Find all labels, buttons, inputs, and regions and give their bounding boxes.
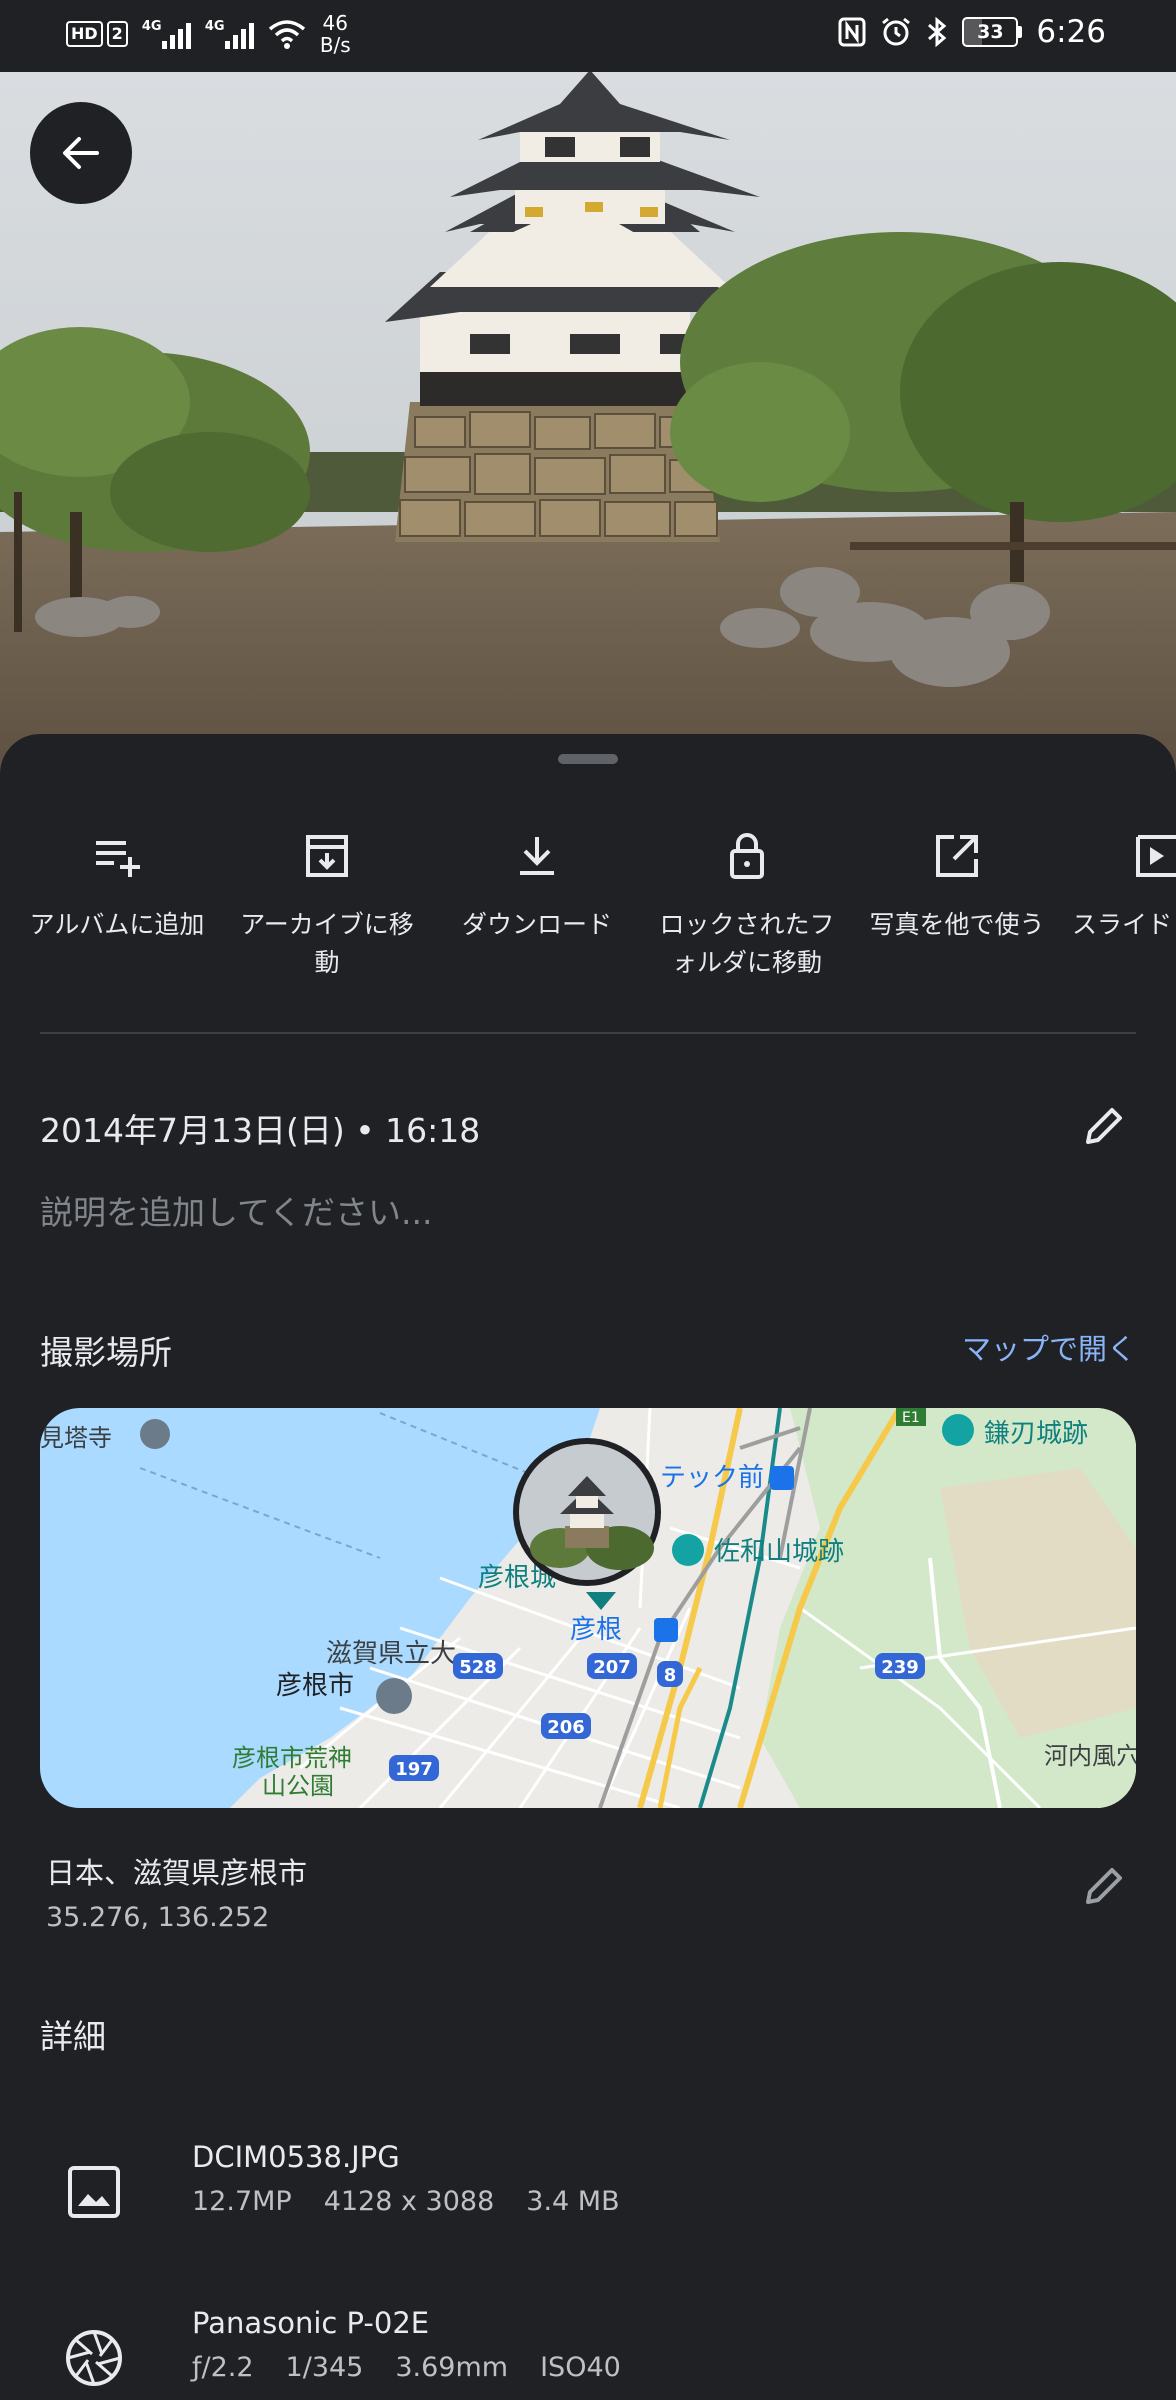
route-badge: 197 <box>389 1755 439 1781</box>
map-label-park-2: 山公園 <box>262 1772 334 1800</box>
sim-label: 2 <box>106 21 128 47</box>
signal-1-label: 4G <box>141 19 162 34</box>
map-label-e1: E1 <box>902 1410 920 1426</box>
route-number: 528 <box>459 1657 497 1678</box>
details-title: 詳細 <box>40 2017 106 2056</box>
map-canvas: 見塔寺 鎌刃城跡 E1 テック前 佐和山城跡 彦根城 彦根 滋賀県立大 彦根市 … <box>40 1408 1136 1808</box>
camera-meta: ƒ/2.2 1/345 3.69mm ISO40 <box>192 2352 621 2383</box>
map-label-kawachi: 河内風穴 <box>1044 1742 1136 1770</box>
pencil-icon <box>1086 1868 1122 1904</box>
edit-datetime-button[interactable] <box>1072 1094 1136 1158</box>
map-label-castle-ruin: 鎌刃城跡 <box>984 1419 1088 1449</box>
route-badge: 206 <box>541 1713 591 1739</box>
archive-button[interactable]: アーカイブに移 動 <box>222 806 432 982</box>
route-badge: 528 <box>453 1653 503 1679</box>
image-icon <box>54 2152 134 2232</box>
route-badge: 239 <box>875 1653 925 1679</box>
battery-level: 33 <box>977 21 1004 43</box>
file-resolution: 4128 x 3088 <box>323 2186 495 2217</box>
action-row: アルバムに追加 アーカイブに移 動 ダウンロード ロックされたフ ォルダに移動 … <box>0 806 1176 1006</box>
map-label-hikone: 彦根 <box>570 1615 622 1645</box>
arrow-left-icon <box>63 137 99 169</box>
hd-label: HD <box>66 21 103 47</box>
slideshow-button[interactable]: スライド <box>1062 806 1176 944</box>
download-icon <box>520 837 554 875</box>
route-number: 207 <box>593 1657 631 1678</box>
map-label-city: 彦根市 <box>276 1671 354 1701</box>
alarm-icon <box>882 17 911 46</box>
back-button[interactable] <box>30 102 132 204</box>
map-label-sawayama: 佐和山城跡 <box>714 1537 844 1567</box>
route-number: 206 <box>547 1717 585 1738</box>
camera-info-row: Panasonic P-02E ƒ/2.2 1/345 3.69mm ISO40 <box>0 2300 1176 2400</box>
camera-model: Panasonic P-02E <box>192 2306 430 2340</box>
description-input[interactable]: 説明を追加してください... <box>40 1186 940 1234</box>
route-number: 197 <box>395 1759 433 1780</box>
archive-icon <box>306 835 348 877</box>
file-name: DCIM0538.JPG <box>192 2140 400 2174</box>
open-external-icon <box>936 835 978 877</box>
camera-aperture-icon <box>54 2318 134 2398</box>
use-elsewhere-button[interactable]: 写真を他で使う <box>852 806 1062 944</box>
file-megapixels: 12.7MP <box>192 2186 292 2217</box>
camera-iso: ISO40 <box>540 2352 621 2383</box>
map-label-university: 滋賀県立大 <box>326 1639 456 1669</box>
status-bar: HD 2 4G 4G 46 B/s 33 6:26 <box>0 0 1176 72</box>
open-in-maps-link[interactable]: マップで開く <box>962 1326 1136 1368</box>
photo-datetime: 2014年7月13日(日) • 16:18 <box>40 1111 481 1150</box>
route-badge: 8 <box>657 1661 683 1687</box>
battery-icon: 33 <box>962 17 1023 47</box>
network-speed: 46 B/s <box>320 12 351 56</box>
lock-icon <box>730 833 764 879</box>
use-elsewhere-label: 写真を他で使う <box>869 910 1045 939</box>
route-number: 8 <box>664 1665 677 1686</box>
add-to-album-label: アルバムに追加 <box>29 910 205 939</box>
download-label: ダウンロード <box>461 910 612 939</box>
route-badge: 207 <box>587 1653 637 1679</box>
nfc-icon <box>838 17 866 47</box>
file-info-row: DCIM0538.JPG 12.7MP 4128 x 3088 3.4 MB <box>0 2134 1176 2254</box>
file-size: 3.4 MB <box>526 2186 620 2217</box>
archive-label: アーカイブに移 動 <box>240 910 414 977</box>
location-title: 撮影場所 <box>40 1333 172 1372</box>
signal-icon: 4G <box>142 19 191 49</box>
speed-unit: B/s <box>319 33 351 57</box>
camera-aperture: ƒ/2.2 <box>192 2352 254 2383</box>
move-to-locked-folder-label: ロックされたフ ォルダに移動 <box>659 910 835 977</box>
bluetooth-icon <box>928 16 947 48</box>
map-label-station-1: テック前 <box>660 1463 764 1493</box>
route-number: 239 <box>881 1657 919 1678</box>
map-label-park-1: 彦根市荒神 <box>232 1744 352 1772</box>
location-map[interactable]: 見塔寺 鎌刃城跡 E1 テック前 佐和山城跡 彦根城 彦根 滋賀県立大 彦根市 … <box>40 1408 1136 1808</box>
divider <box>40 1032 1136 1034</box>
move-to-locked-folder-button[interactable]: ロックされたフ ォルダに移動 <box>642 806 852 982</box>
signal-icon-2: 4G <box>205 19 254 49</box>
edit-location-button[interactable] <box>1072 1854 1136 1918</box>
map-label-temple: 見塔寺 <box>40 1424 112 1452</box>
slideshow-icon <box>1136 835 1176 877</box>
playlist-add-icon <box>96 841 140 877</box>
castle-photo <box>0 72 1176 772</box>
signal-2-label: 4G <box>204 19 225 34</box>
slideshow-label: スライド <box>1072 910 1173 939</box>
clock: 6:26 <box>1036 14 1106 50</box>
speed-value: 46 <box>322 11 348 35</box>
download-button[interactable]: ダウンロード <box>432 806 642 944</box>
file-meta: 12.7MP 4128 x 3088 3.4 MB <box>192 2186 620 2217</box>
place-name: 日本、滋賀県彦根市 <box>46 1856 308 1890</box>
hd-indicator: HD 2 <box>66 21 128 47</box>
wifi-icon <box>268 20 305 49</box>
photo-preview[interactable] <box>0 72 1176 772</box>
info-sheet: アルバムに追加 アーカイブに移 動 ダウンロード ロックされたフ ォルダに移動 … <box>0 734 1176 2400</box>
add-to-album-button[interactable]: アルバムに追加 <box>12 806 222 944</box>
pencil-icon <box>1086 1108 1122 1144</box>
camera-focal: 3.69mm <box>395 2352 509 2383</box>
drag-handle[interactable] <box>558 754 618 764</box>
status-left: HD 2 4G 4G 46 B/s <box>66 12 351 56</box>
camera-shutter: 1/345 <box>285 2352 364 2383</box>
status-right: 33 6:26 <box>838 14 1106 50</box>
place-coordinates: 35.276, 136.252 <box>46 1902 270 1933</box>
